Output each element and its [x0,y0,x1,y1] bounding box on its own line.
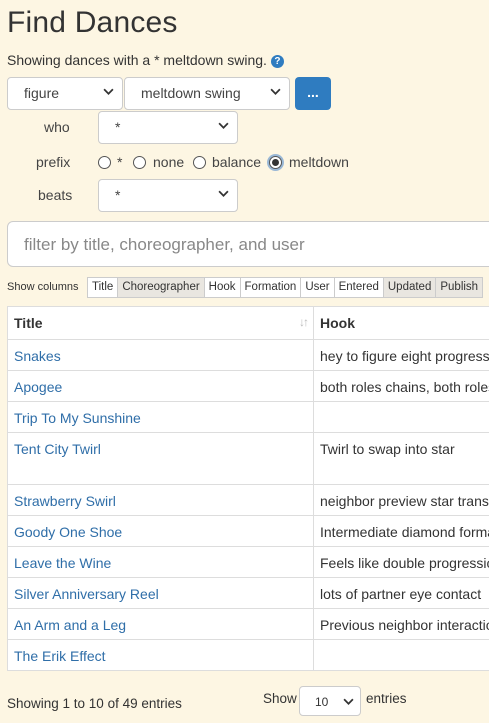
title-cell: Tent City Twirl [7,432,314,485]
prefix-radio-balance-label: balance [212,154,262,170]
hook-cell: Feels like double progression [313,546,489,578]
column-header-hook[interactable]: Hook [313,306,489,340]
dance-title-link[interactable]: Snakes [14,348,61,364]
title-cell: Trip To My Sunshine [7,401,314,433]
dances-table: Title ↓↑ Hook Snakes hey to figure eight p… [7,306,489,671]
hook-cell: Intermediate diamond formation [313,515,489,547]
title-cell: Silver Anniversary Reel [7,577,314,609]
title-cell: Apogee [7,370,314,402]
chevron-down-icon [343,698,354,705]
prefix-radio-none[interactable] [133,156,146,169]
prefix-radio-balance[interactable] [193,156,206,169]
show-entries-label: Show [263,691,297,706]
column-toggle-user[interactable]: User [300,277,335,298]
hook-cell: neighbor preview star transition [313,484,489,516]
dance-title-link[interactable]: Leave the Wine [14,555,111,571]
title-cell: An Arm and a Leg [7,608,314,640]
column-header-title[interactable]: Title ↓↑ [7,306,314,340]
column-header-hook-label: Hook [320,315,355,331]
dance-title-link[interactable]: Goody One Shoe [14,524,122,540]
title-cell: The Erik Effect [7,639,314,671]
table-row: Apogee both roles chains, both roles [7,370,489,402]
dance-title-link[interactable]: Strawberry Swirl [14,493,116,509]
showing-text: Showing dances with a * meltdown swing. [7,52,267,68]
hook-cell: lots of partner eye contact [313,577,489,609]
dance-title-link[interactable]: Apogee [14,379,62,395]
show-columns-label: Show columns [7,281,79,293]
page-length-select[interactable]: 10 [299,686,361,716]
hook-cell: both roles chains, both roles [313,370,489,402]
column-toggle-title[interactable]: Title [87,277,119,298]
dance-title-link[interactable]: Trip To My Sunshine [14,410,141,426]
column-toggle-group: Title Choreographer Hook Formation User Enter… [87,277,484,298]
filter-input[interactable]: filter by title, choreographer, and user [7,221,489,267]
beats-label: beats [38,187,73,203]
more-options-button[interactable]: ... [295,77,331,110]
chevron-down-icon [218,122,229,129]
title-cell: Snakes [7,339,314,371]
table-header-row: Title ↓↑ Hook [7,306,489,340]
who-select[interactable]: * [98,111,238,144]
table-body: Snakeshey to figure eight progressionApo… [7,339,489,671]
dance-title-link[interactable]: The Erik Effect [14,648,106,664]
table-row: The Erik Effect [7,639,489,671]
prefix-label: prefix [36,154,71,170]
table-row: Goody One Shoe Intermediate diamond forma… [7,515,489,547]
figure-select[interactable]: meltdown swing [124,77,290,110]
prefix-radio-meltdown[interactable] [269,156,282,169]
type-select-value: figure [24,85,60,101]
column-toggle-publish[interactable]: Publish [435,277,484,298]
beats-select-value: * [115,187,121,203]
beats-select[interactable]: * [98,179,238,212]
page-title: Find Dances [7,6,178,39]
prefix-radio-any[interactable] [98,156,111,169]
hook-cell [313,401,489,433]
prefix-radio-any-label: * [117,154,123,170]
type-select[interactable]: figure [7,77,123,110]
title-cell: Strawberry Swirl [7,484,314,516]
prefix-radio-none-label: none [153,154,185,170]
hook-cell: Twirl to swap into star [313,432,489,485]
table-row: Snakes hey to figure eight progression [7,339,489,371]
who-select-value: * [115,119,121,135]
title-cell: Leave the Wine [7,546,314,578]
who-label: who [44,119,70,135]
filter-placeholder: filter by title, choreographer, and user [24,235,305,254]
column-header-title-label: Title [14,315,43,331]
dance-title-link[interactable]: Silver Anniversary Reel [14,586,159,602]
table-row: Strawberry Swirl neighbor preview star tr… [7,484,489,516]
table-row: Tent City Twirl Twirl to swap into star [7,432,489,485]
table-row: Leave the Wine Feels like double progress… [7,546,489,578]
help-icon[interactable]: ? [270,55,284,68]
page-length-value: 10 [315,695,329,709]
table-row: Trip To My Sunshine [7,401,489,433]
column-toggle-entered[interactable]: Entered [333,277,384,298]
column-toggle-hook[interactable]: Hook [203,277,241,298]
entries-label: entries [366,691,407,706]
hook-cell: Previous neighbor interaction [313,608,489,640]
chevron-down-icon [103,88,114,95]
title-cell: Goody One Shoe [7,515,314,547]
chevron-down-icon [218,190,229,197]
table-row: An Arm and a Leg Previous neighbor intera… [7,608,489,640]
column-toggle-formation[interactable]: Formation [239,277,302,298]
dance-title-link[interactable]: An Arm and a Leg [14,617,126,633]
chevron-down-icon [270,88,281,95]
sort-icon[interactable]: ↓↑ [299,315,309,329]
hook-cell [313,639,489,671]
dance-title-link[interactable]: Tent City Twirl [14,441,101,457]
figure-select-value: meltdown swing [141,85,241,101]
table-row: Silver Anniversary Reel lots of partner e… [7,577,489,609]
column-toggle-choreographer[interactable]: Choreographer [117,277,205,298]
column-toggle-updated[interactable]: Updated [382,277,437,298]
table-info: Showing 1 to 10 of 49 entries [7,696,182,711]
hook-cell: hey to figure eight progression [313,339,489,371]
prefix-radio-meltdown-label: meltdown [289,154,349,170]
showing-summary: Showing dances with a * meltdown swing.? [7,52,284,68]
